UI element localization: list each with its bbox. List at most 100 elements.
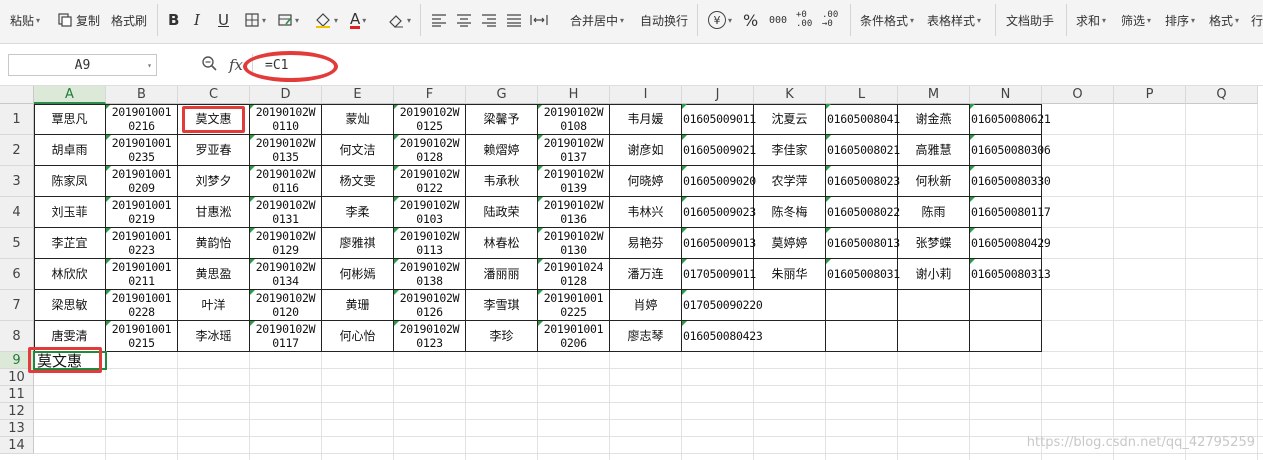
cell-e7[interactable]: 黄珊 [322, 290, 394, 321]
cell-i2[interactable]: 谢彦如 [610, 135, 682, 166]
cell-c4[interactable]: 甘惠淞 [178, 197, 250, 228]
cell-c1[interactable]: 莫文惠 [178, 104, 250, 135]
italic-button[interactable]: I [194, 0, 200, 40]
borders-button[interactable]: ▾ [244, 0, 266, 40]
column-header-e[interactable]: E [322, 86, 394, 104]
cell-a5[interactable]: 李芷宜 [34, 228, 106, 259]
cell-k1[interactable]: 沈夏云 [754, 104, 826, 135]
row-header-4[interactable]: 4 [0, 197, 34, 228]
cell-h1[interactable]: 20190102W 0108 [538, 104, 610, 135]
paste-button[interactable]: 粘贴 ▾ [10, 0, 40, 40]
cell-n3[interactable]: 016050080330 [970, 166, 1051, 197]
cell-l2[interactable]: 01605008021 [826, 135, 900, 166]
cell-b3[interactable]: 201901001 0209 [106, 166, 178, 197]
cell-i1[interactable]: 韦月媛 [610, 104, 682, 135]
cell-d4[interactable]: 20190102W 0131 [250, 197, 322, 228]
align-center-button[interactable] [456, 0, 472, 40]
cell-d5[interactable]: 20190102W 0129 [250, 228, 322, 259]
cell-k6[interactable]: 朱丽华 [754, 259, 826, 290]
cell-h2[interactable]: 20190102W 0137 [538, 135, 610, 166]
cell-g7[interactable]: 李雪琪 [466, 290, 538, 321]
cell-e4[interactable]: 李柔 [322, 197, 394, 228]
comma-style-button[interactable]: 000 [769, 0, 787, 40]
column-header-d[interactable]: D [250, 86, 322, 104]
cell-e8[interactable]: 何心怡 [322, 321, 394, 352]
cell-i4[interactable]: 韦林兴 [610, 197, 682, 228]
column-header-c[interactable]: C [178, 86, 250, 104]
column-header-i[interactable]: I [610, 86, 682, 104]
cell-f2[interactable]: 20190102W 0128 [394, 135, 466, 166]
cell-l7[interactable] [826, 290, 898, 321]
copy-button[interactable]: 复制 [57, 0, 100, 40]
cell-e3[interactable]: 杨文雯 [322, 166, 394, 197]
cell-c3[interactable]: 刘梦夕 [178, 166, 250, 197]
conditional-format-button[interactable]: 条件格式 ▾ [860, 0, 914, 40]
cell-k4[interactable]: 陈冬梅 [754, 197, 826, 228]
fx-icon[interactable]: fx [229, 56, 243, 74]
bold-button[interactable]: B [168, 0, 179, 40]
cell-k2[interactable]: 李佳家 [754, 135, 826, 166]
cell-n7[interactable] [970, 290, 1042, 321]
cell-i5[interactable]: 易艳芬 [610, 228, 682, 259]
cell-l8[interactable] [826, 321, 898, 352]
cell-a7[interactable]: 梁思敏 [34, 290, 106, 321]
cell-b7[interactable]: 201901001 0228 [106, 290, 178, 321]
cell-g6[interactable]: 潘丽丽 [466, 259, 538, 290]
filter-button[interactable]: 筛选 ▾ [1121, 0, 1151, 40]
cell-e6[interactable]: 何彬嫣 [322, 259, 394, 290]
active-cell-a9[interactable]: 莫文惠 [33, 351, 107, 370]
formula-input[interactable]: =C1 [252, 54, 1263, 76]
sum-button[interactable]: 求和 ▾ [1076, 0, 1106, 40]
cell-d8[interactable]: 20190102W 0117 [250, 321, 322, 352]
cell-g1[interactable]: 梁馨予 [466, 104, 538, 135]
cell-m6[interactable]: 谢小莉 [898, 259, 970, 290]
cell-g3[interactable]: 韦承秋 [466, 166, 538, 197]
cell-e5[interactable]: 廖雅祺 [322, 228, 394, 259]
row-header-8[interactable]: 8 [0, 321, 34, 352]
cell-h4[interactable]: 20190102W 0136 [538, 197, 610, 228]
cell-g2[interactable]: 赖熠婷 [466, 135, 538, 166]
row-header-3[interactable]: 3 [0, 166, 34, 197]
cell-a8[interactable]: 唐雯清 [34, 321, 106, 352]
cell-f3[interactable]: 20190102W 0122 [394, 166, 466, 197]
clear-format-button[interactable]: ▾ [387, 0, 411, 40]
cell-d3[interactable]: 20190102W 0116 [250, 166, 322, 197]
format-painter-button[interactable]: 格式刷 [111, 0, 147, 40]
cell-j3[interactable]: 01605009020 [682, 166, 756, 197]
row-header-13[interactable]: 13 [0, 420, 34, 437]
cell-l3[interactable]: 01605008023 [826, 166, 900, 197]
decrease-decimal-button[interactable]: .00 →0 [822, 0, 838, 40]
row-header-14[interactable]: 14 [0, 437, 34, 454]
cell-b5[interactable]: 201901001 0223 [106, 228, 178, 259]
cell-style-button[interactable]: ▾ [277, 0, 299, 40]
cell-m4[interactable]: 陈雨 [898, 197, 970, 228]
cell-d6[interactable]: 20190102W 0134 [250, 259, 322, 290]
cell-e1[interactable]: 蒙灿 [322, 104, 394, 135]
row-header-10[interactable]: 10 [0, 369, 34, 386]
cell-i6[interactable]: 潘万连 [610, 259, 682, 290]
cell-h3[interactable]: 20190102W 0139 [538, 166, 610, 197]
cell-i7[interactable]: 肖婷 [610, 290, 682, 321]
cell-g5[interactable]: 林春松 [466, 228, 538, 259]
cell-c7[interactable]: 叶洋 [178, 290, 250, 321]
name-box[interactable]: A9 ▾ [8, 54, 157, 76]
cell-a2[interactable]: 胡卓雨 [34, 135, 106, 166]
cell-j4[interactable]: 01605009023 [682, 197, 756, 228]
cell-m1[interactable]: 谢金燕 [898, 104, 970, 135]
column-header-a[interactable]: A [34, 86, 106, 104]
cell-f6[interactable]: 20190102W 0138 [394, 259, 466, 290]
cell-b2[interactable]: 201901001 0235 [106, 135, 178, 166]
cell-m5[interactable]: 张梦蝶 [898, 228, 970, 259]
cell-l6[interactable]: 01605008031 [826, 259, 900, 290]
merge-center-button[interactable]: 合并居中 ▾ [570, 0, 624, 40]
cell-h5[interactable]: 20190102W 0130 [538, 228, 610, 259]
cell-f8[interactable]: 20190102W 0123 [394, 321, 466, 352]
cell-f5[interactable]: 20190102W 0113 [394, 228, 466, 259]
cell-j1[interactable]: 01605009011 [682, 104, 756, 135]
cell-l4[interactable]: 01605008022 [826, 197, 900, 228]
cell-m7[interactable] [898, 290, 970, 321]
justify-button[interactable] [506, 0, 522, 40]
cell-k5[interactable]: 莫婷婷 [754, 228, 826, 259]
cell-a1[interactable]: 覃思凡 [34, 104, 106, 135]
cell-g8[interactable]: 李珍 [466, 321, 538, 352]
